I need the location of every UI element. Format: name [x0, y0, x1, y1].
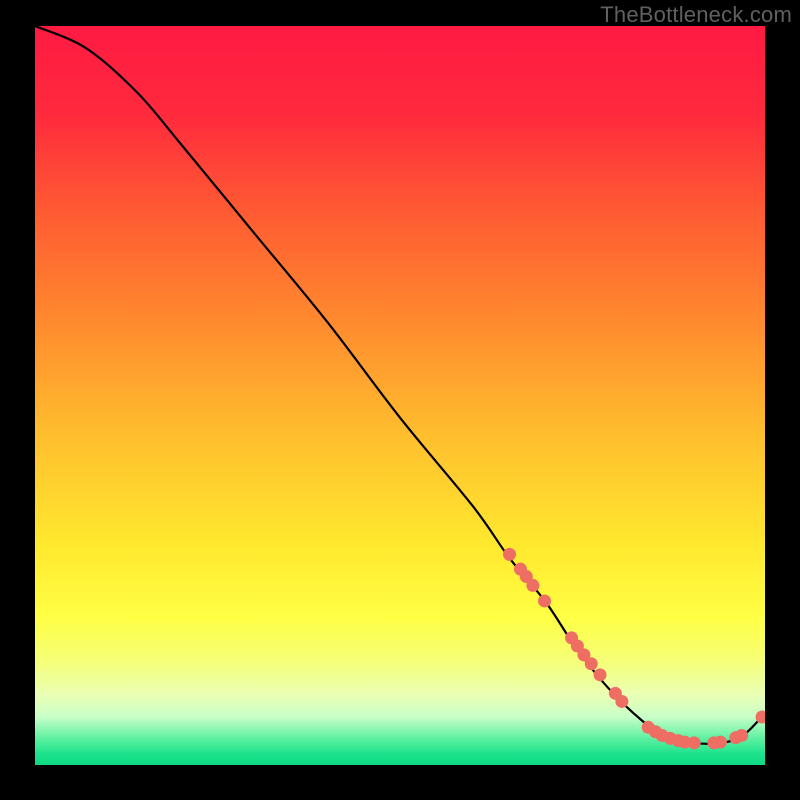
- highlight-point: [585, 657, 598, 670]
- highlight-point: [526, 579, 539, 592]
- plot-area: [35, 26, 765, 765]
- chart-frame: TheBottleneck.com: [0, 0, 800, 800]
- gradient-background: [35, 26, 765, 765]
- watermark-text: TheBottleneck.com: [600, 2, 792, 28]
- highlight-point: [538, 594, 551, 607]
- highlight-point: [615, 695, 628, 708]
- highlight-point: [714, 736, 727, 749]
- highlight-point: [503, 548, 516, 561]
- chart-svg: [35, 26, 765, 765]
- highlight-point: [735, 729, 748, 742]
- highlight-point: [688, 736, 701, 749]
- highlight-point: [594, 668, 607, 681]
